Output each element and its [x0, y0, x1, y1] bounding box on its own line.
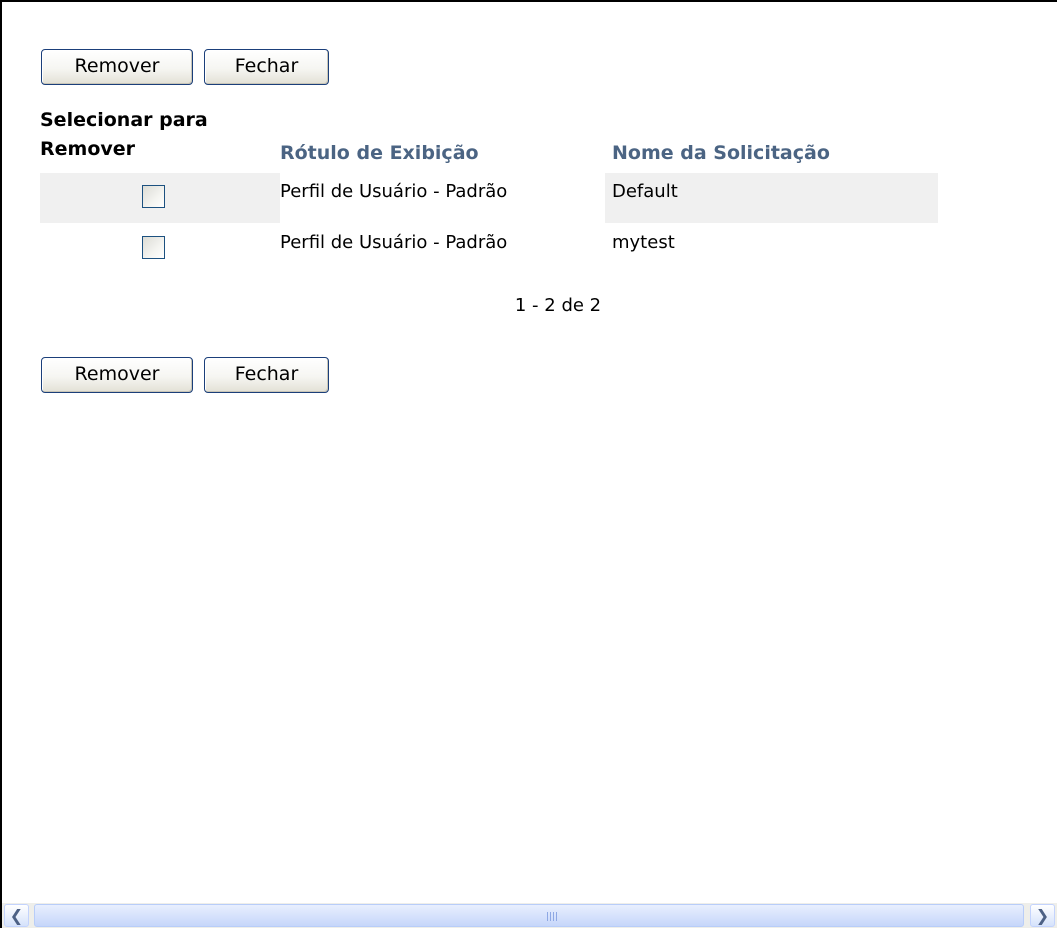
request-name-cell: Default [608, 173, 938, 223]
top-button-bar: Remover Fechar [41, 49, 329, 85]
dialog-frame: Remover Fechar Selecionar para Remover R… [0, 0, 1057, 928]
close-button[interactable]: Fechar [204, 357, 329, 393]
display-label-text: Perfil de Usuário - Padrão [280, 181, 508, 202]
display-label-cell: Perfil de Usuário - Padrão [280, 224, 605, 274]
remove-checkbox[interactable] [142, 236, 165, 259]
chevron-left-icon[interactable]: ❮ [4, 904, 29, 927]
request-name-text: Default [612, 181, 678, 202]
horizontal-scrollbar[interactable]: ❮ ❯ [2, 903, 1057, 928]
display-label-cell: Perfil de Usuário - Padrão [280, 173, 605, 223]
request-name-text: mytest [612, 232, 675, 253]
select-cell [40, 224, 276, 274]
display-label-text: Perfil de Usuário - Padrão [280, 232, 508, 253]
pagination-status: 1 - 2 de 2 [514, 295, 602, 316]
bottom-button-bar: Remover Fechar [41, 357, 329, 393]
request-name-cell: mytest [608, 224, 938, 274]
grip-icon [547, 912, 557, 921]
table-row: Perfil de Usuário - Padrão Default [40, 173, 938, 223]
column-header-select: Selecionar para Remover [40, 109, 208, 160]
remove-button[interactable]: Remover [41, 49, 193, 85]
column-header-display-label[interactable]: Rótulo de Exibição [280, 139, 479, 168]
scrollbar-thumb[interactable] [34, 904, 1024, 927]
column-header-request-name[interactable]: Nome da Solicitação [612, 139, 830, 168]
remove-checkbox[interactable] [142, 185, 165, 208]
select-cell [40, 173, 276, 223]
close-button[interactable]: Fechar [204, 49, 329, 85]
table-row: Perfil de Usuário - Padrão mytest [40, 224, 938, 274]
remove-button[interactable]: Remover [41, 357, 193, 393]
chevron-right-icon[interactable]: ❯ [1030, 904, 1055, 927]
